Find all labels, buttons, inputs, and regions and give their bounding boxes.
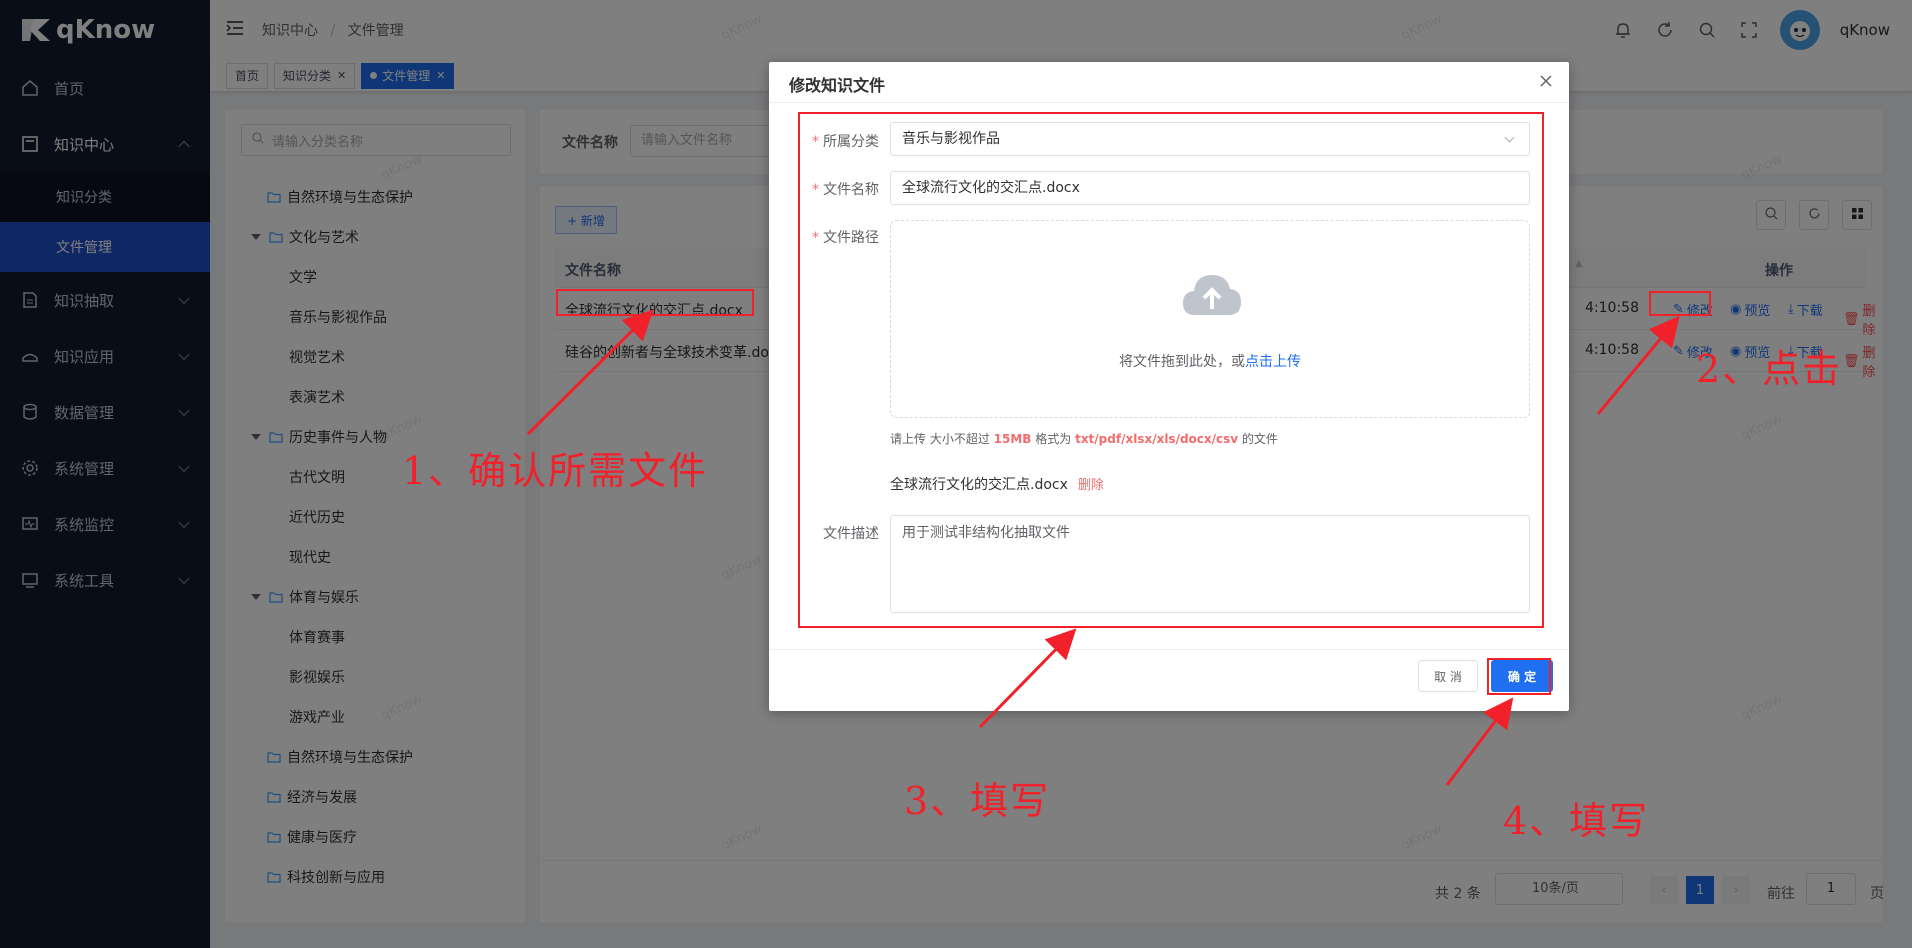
dialog-footer-divider xyxy=(769,649,1569,650)
annotation-step1: 1、确认所需文件 xyxy=(402,449,709,493)
dialog-title: 修改知识文件 xyxy=(789,76,886,95)
annotation-step4: 4、填写 xyxy=(1503,799,1650,843)
annotation-step2: 2、点击 xyxy=(1696,347,1843,391)
close-icon[interactable] xyxy=(1537,72,1555,90)
annotation-step3: 3、填写 xyxy=(904,779,1051,823)
annotation-box-form xyxy=(798,112,1544,628)
cancel-button[interactable]: 取 消 xyxy=(1418,660,1478,692)
annotation-box-edit xyxy=(1649,291,1711,316)
annotation-box-confirm xyxy=(1487,658,1551,695)
dialog-divider xyxy=(769,102,1569,103)
annotation-box-file xyxy=(556,289,754,316)
